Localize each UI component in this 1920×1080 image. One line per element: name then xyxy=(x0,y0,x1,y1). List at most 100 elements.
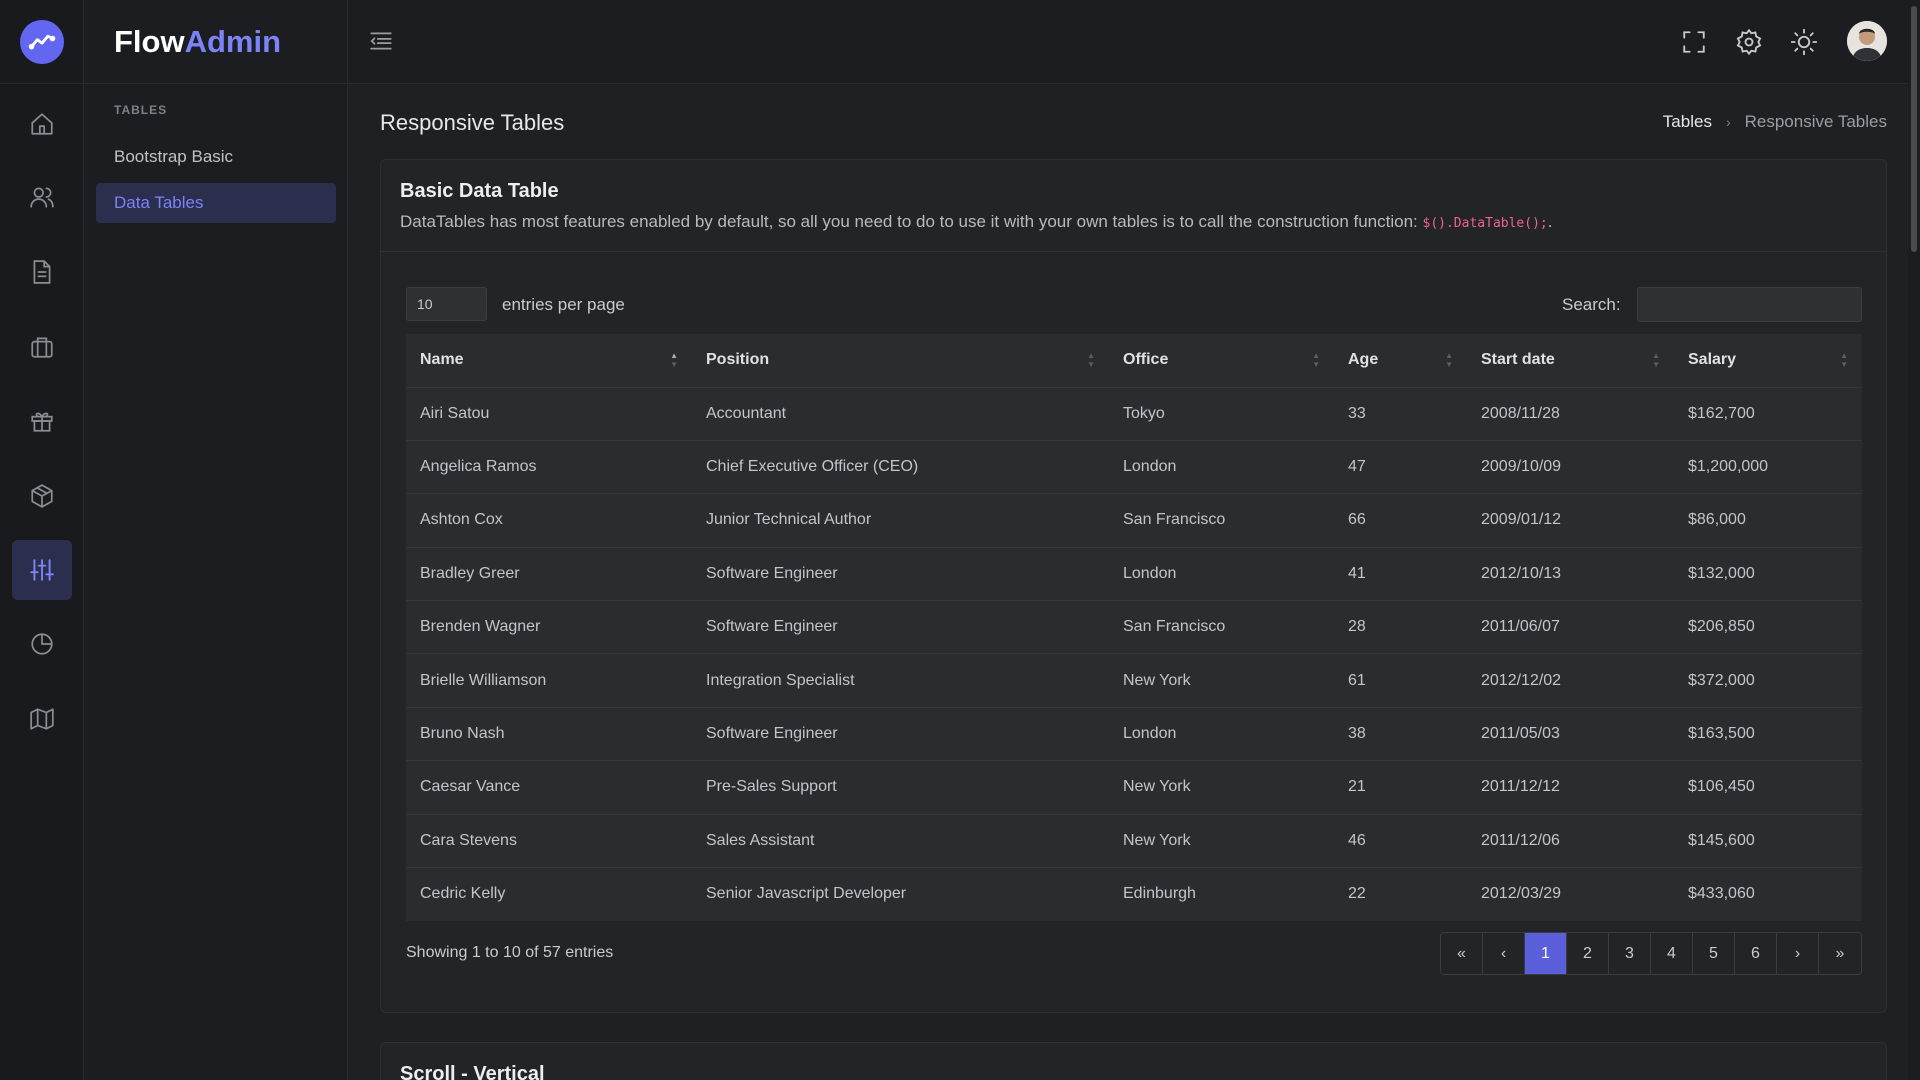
briefcase-icon[interactable] xyxy=(12,317,72,377)
cell-position: Accountant xyxy=(692,386,1109,441)
map-icon[interactable] xyxy=(12,689,72,749)
sort-icon: ▲ ▼ xyxy=(1445,351,1453,369)
cell-office: New York xyxy=(1109,813,1334,868)
basic-data-table-card: Basic Data Table DataTables has most fea… xyxy=(380,159,1887,1013)
user-avatar[interactable] xyxy=(1847,21,1887,61)
first-page-button[interactable]: « xyxy=(1441,933,1483,974)
cell-position: Junior Technical Author xyxy=(692,493,1109,548)
brand-logo[interactable]: Flow Admin xyxy=(84,0,347,84)
cell-start-date: 2011/12/12 xyxy=(1467,760,1674,815)
cell-salary: $106,450 xyxy=(1674,760,1862,815)
table-row: Ashton Cox Junior Technical Author San F… xyxy=(406,493,1862,548)
logo-icon xyxy=(19,19,64,64)
previous-page-button[interactable]: ‹ xyxy=(1483,933,1525,974)
column-header-start-date[interactable]: Start date ▲ ▼ xyxy=(1467,334,1674,387)
sidebar-item-data-tables[interactable]: Data Tables xyxy=(96,183,336,223)
column-header-label: Start date xyxy=(1481,351,1555,369)
next-page-button[interactable]: › xyxy=(1777,933,1819,974)
sort-icon: ▲ ▼ xyxy=(1087,351,1095,369)
document-icon[interactable] xyxy=(12,242,72,302)
page-scrollbar[interactable] xyxy=(1908,0,1920,1080)
cell-name: Bruno Nash xyxy=(406,706,692,761)
cell-age: 46 xyxy=(1334,813,1467,868)
column-header-label: Salary xyxy=(1688,351,1737,369)
cell-office: San Francisco xyxy=(1109,493,1334,548)
cell-age: 33 xyxy=(1334,386,1467,441)
code-snippet: $().DataTable(); xyxy=(1422,216,1548,231)
cell-age: 28 xyxy=(1334,600,1467,654)
card-description-end: . xyxy=(1547,212,1553,231)
card-description: DataTables has most features enabled by … xyxy=(400,212,1886,232)
search-label: Search: xyxy=(1562,295,1621,314)
sidebar-heading: TABLES xyxy=(114,103,168,117)
cell-start-date: 2008/11/28 xyxy=(1467,386,1674,441)
home-icon[interactable] xyxy=(12,94,72,154)
entries-per-page-select[interactable]: 10 xyxy=(406,287,487,321)
column-header-label: Office xyxy=(1123,351,1169,369)
page-button-2[interactable]: 2 xyxy=(1567,933,1609,974)
users-icon[interactable] xyxy=(12,167,72,227)
column-header-position[interactable]: Position ▲ ▼ xyxy=(692,334,1109,387)
cell-position: Integration Specialist xyxy=(692,653,1109,708)
fullscreen-icon[interactable] xyxy=(1678,26,1710,58)
pie-chart-icon[interactable] xyxy=(12,614,72,674)
cell-age: 22 xyxy=(1334,867,1467,921)
breadcrumb-current: Responsive Tables xyxy=(1744,112,1887,131)
logo[interactable] xyxy=(0,0,83,84)
table-row: Airi Satou Accountant Tokyo 33 2008/11/2… xyxy=(406,386,1862,441)
table-row: Angelica Ramos Chief Executive Officer (… xyxy=(406,439,1862,494)
page-button-5[interactable]: 5 xyxy=(1693,933,1735,974)
column-header-label: Position xyxy=(706,351,770,369)
table-row: Bruno Nash Software Engineer London 38 2… xyxy=(406,706,1862,761)
scroll-vertical-card: Scroll - Vertical xyxy=(380,1042,1887,1080)
page-button-4[interactable]: 4 xyxy=(1651,933,1693,974)
cell-office: New York xyxy=(1109,653,1334,708)
cell-salary: $86,000 xyxy=(1674,493,1862,548)
page-button-6[interactable]: 6 xyxy=(1735,933,1777,974)
column-header-office[interactable]: Office ▲ ▼ xyxy=(1109,334,1334,387)
cell-office: Tokyo xyxy=(1109,386,1334,441)
cell-salary: $145,600 xyxy=(1674,813,1862,868)
cell-age: 61 xyxy=(1334,653,1467,708)
cell-salary: $163,500 xyxy=(1674,706,1862,761)
column-header-salary[interactable]: Salary ▲ ▼ xyxy=(1674,334,1862,387)
column-header-name[interactable]: Name ▲ ▼ xyxy=(406,334,692,387)
breadcrumb: Tables › Responsive Tables xyxy=(1663,112,1887,132)
table-row: Bradley Greer Software Engineer London 4… xyxy=(406,546,1862,601)
sidebar: Flow Admin TABLES Bootstrap Basic Data Ta… xyxy=(84,0,348,1080)
cell-position: Software Engineer xyxy=(692,706,1109,761)
brand-name-accent: Admin xyxy=(184,23,282,59)
top-bar xyxy=(348,0,1920,84)
column-header-label: Age xyxy=(1348,351,1379,369)
cell-position: Sales Assistant xyxy=(692,813,1109,868)
breadcrumb-link-tables[interactable]: Tables xyxy=(1663,112,1712,132)
sliders-icon[interactable] xyxy=(12,540,72,600)
card-title: Scroll - Vertical xyxy=(400,1063,545,1080)
data-table: Name ▲ ▼ Position ▲ ▼ Office ▲ ▼ Age ▲ ▼ Start d… xyxy=(406,334,1862,921)
cell-age: 41 xyxy=(1334,546,1467,601)
settings-icon[interactable] xyxy=(1733,26,1765,58)
sidebar-item-bootstrap-basic[interactable]: Bootstrap Basic xyxy=(96,137,336,177)
cell-name: Cara Stevens xyxy=(406,813,692,868)
table-row: Brielle Williamson Integration Specialis… xyxy=(406,653,1862,708)
cell-age: 66 xyxy=(1334,493,1467,548)
cell-office: Edinburgh xyxy=(1109,867,1334,921)
column-header-age[interactable]: Age ▲ ▼ xyxy=(1334,334,1467,387)
package-icon[interactable] xyxy=(12,466,72,526)
cell-start-date: 2009/10/09 xyxy=(1467,439,1674,494)
cell-position: Software Engineer xyxy=(692,546,1109,601)
menu-toggle-icon[interactable] xyxy=(368,28,394,59)
last-page-button[interactable]: » xyxy=(1819,933,1861,974)
cell-age: 38 xyxy=(1334,706,1467,761)
scrollbar-thumb[interactable] xyxy=(1911,6,1917,252)
cell-salary: $162,700 xyxy=(1674,386,1862,441)
cell-name: Cedric Kelly xyxy=(406,867,692,921)
page-button-3[interactable]: 3 xyxy=(1609,933,1651,974)
cell-salary: $372,000 xyxy=(1674,653,1862,708)
theme-toggle-icon[interactable] xyxy=(1788,26,1820,58)
icon-rail xyxy=(0,0,84,1080)
page-button-1[interactable]: 1 xyxy=(1525,933,1567,974)
search-input[interactable] xyxy=(1637,287,1862,322)
entries-per-page-label: entries per page xyxy=(502,295,625,314)
gift-icon[interactable] xyxy=(12,391,72,451)
